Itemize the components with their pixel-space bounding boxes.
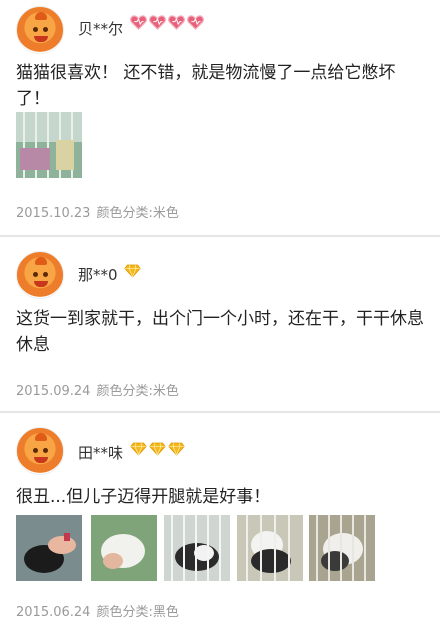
review-photo[interactable] xyxy=(91,515,157,581)
review-text: 这货一到家就干，出个门一个小时，还在干，干干休息休息 xyxy=(16,309,424,355)
user-avatar[interactable] xyxy=(16,251,64,299)
variant-value: 米色 xyxy=(152,384,179,399)
review-item: 那**0 这货一到家就干，出个门一个小时，还在干，干干休息休息 2015.09.… xyxy=(0,236,440,412)
variant-value: 黑色 xyxy=(152,605,179,620)
review-meta: 2015.10.23 颜色分类:米色 xyxy=(16,202,185,221)
review-item: 田**味 很丑...但儿子迈得开腿就是好事！ 2015.06.24 颜色分类:黑色 xyxy=(0,412,440,629)
review-meta: 2015.06.24 颜色分类:黑色 xyxy=(16,601,185,620)
diamond-icon xyxy=(149,442,166,456)
review-date: 2015.06.24 xyxy=(16,605,91,620)
user-avatar[interactable] xyxy=(16,6,64,54)
review-photo[interactable] xyxy=(309,515,375,581)
heart-icon xyxy=(168,15,185,30)
review-photo[interactable] xyxy=(16,112,82,178)
user-level-badges xyxy=(124,264,141,278)
variant-value: 米色 xyxy=(152,206,179,221)
review-date: 2015.10.23 xyxy=(16,206,91,221)
heart-icon xyxy=(149,15,166,30)
user-avatar[interactable] xyxy=(16,427,64,475)
review-text: 很丑...但儿子迈得开腿就是好事！ xyxy=(16,487,271,507)
variant-label: 颜色分类: xyxy=(96,605,153,620)
diamond-icon xyxy=(130,442,147,456)
username: 田**味 xyxy=(78,444,124,462)
heart-icon xyxy=(130,15,147,30)
username: 那**0 xyxy=(78,266,118,284)
review-photo[interactable] xyxy=(164,515,230,581)
review-date: 2015.09.24 xyxy=(16,384,91,399)
heart-icon xyxy=(187,15,204,30)
variant-label: 颜色分类: xyxy=(96,206,153,221)
username: 贝**尔 xyxy=(78,20,124,38)
review-meta: 2015.09.24 颜色分类:米色 xyxy=(16,380,185,399)
review-photo[interactable] xyxy=(16,515,82,581)
diamond-icon xyxy=(124,264,141,278)
review-item: 贝**尔 猫猫很喜欢！ 还不错，就是物流慢了一点给它憋坏了！ 2015.10.2… xyxy=(0,0,440,236)
user-level-badges xyxy=(130,15,204,30)
diamond-icon xyxy=(168,442,185,456)
review-text: 猫猫很喜欢！ 还不错，就是物流慢了一点给它憋坏了！ xyxy=(16,63,396,109)
review-photo[interactable] xyxy=(237,515,303,581)
variant-label: 颜色分类: xyxy=(96,384,153,399)
user-level-badges xyxy=(130,442,185,456)
